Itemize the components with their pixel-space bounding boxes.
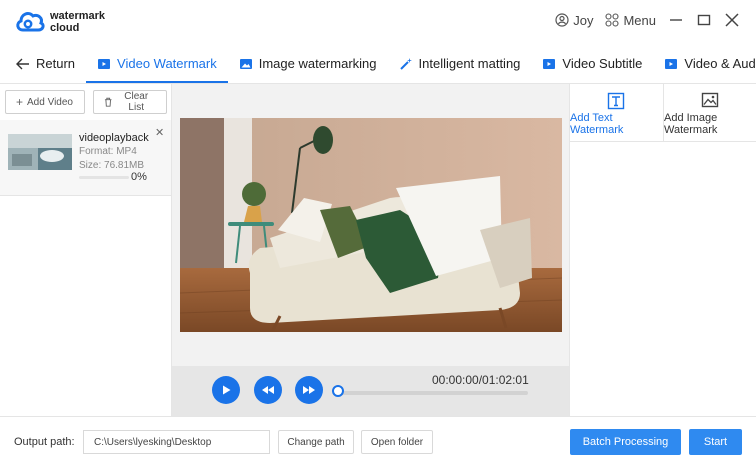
video-size: Size: 76.81MB (79, 160, 145, 171)
change-path-button[interactable]: Change path (278, 430, 354, 454)
app-logo-line1: watermark (50, 10, 106, 22)
trash-icon (104, 97, 112, 107)
batch-processing-button[interactable]: Batch Processing (570, 429, 681, 455)
tab-label: Video Subtitle (562, 56, 643, 71)
add-text-watermark-label: Add Text Watermark (570, 112, 624, 136)
fast-forward-button[interactable] (295, 376, 323, 404)
maximize-icon[interactable] (696, 12, 712, 28)
add-video-label: Add Video (27, 96, 73, 108)
player-controls: 00:00:00/01:02:01 (172, 366, 569, 416)
user-icon (555, 13, 569, 27)
rewind-icon (262, 386, 274, 394)
text-box-icon (607, 92, 625, 110)
tab-label: Video Watermark (117, 56, 217, 71)
output-bar: Output path: C:\Users\lyesking\Desktop C… (0, 416, 756, 466)
tab-label: Video & Audio Sepa (684, 56, 756, 71)
main-tabs: Return Video Watermark Image watermarkin… (0, 44, 756, 84)
add-image-watermark-tab[interactable]: Add Image Watermark (663, 84, 756, 142)
progress-text: 0% (131, 171, 147, 183)
minimize-icon[interactable] (668, 12, 684, 28)
title-bar: watermark cloud Joy Menu (0, 0, 756, 44)
video-thumbnail (8, 134, 72, 170)
thumbnail-image (8, 134, 72, 170)
window-controls: Joy Menu (555, 12, 740, 28)
seek-handle[interactable] (332, 385, 344, 397)
file-list-panel: + Add Video Clear List videoplayback For… (0, 84, 172, 416)
play-button[interactable] (212, 376, 240, 404)
menu-button[interactable]: Menu (605, 13, 656, 28)
menu-label: Menu (623, 12, 656, 28)
clear-list-label: Clear List (124, 91, 149, 113)
add-text-watermark-tab[interactable]: Add Text Watermark (570, 84, 663, 142)
image-icon (239, 58, 252, 69)
output-path-field[interactable]: C:\Users\lyesking\Desktop (83, 430, 270, 454)
picture-icon (701, 92, 719, 108)
arrow-left-icon (16, 58, 29, 69)
user-name: Joy (573, 12, 594, 28)
tab-image-watermarking[interactable]: Image watermarking (228, 44, 388, 83)
remove-item-icon[interactable]: ✕ (155, 126, 164, 139)
rewind-button[interactable] (254, 376, 282, 404)
list-item[interactable]: videoplayback Format: MP4 Size: 76.81MB … (0, 120, 171, 196)
open-folder-button[interactable]: Open folder (361, 430, 433, 454)
app-logo-line2: cloud (50, 22, 80, 34)
video-format: Format: MP4 (79, 146, 137, 157)
magic-wand-icon (399, 57, 412, 70)
watermark-type-tabs: Add Text Watermark Add Image Watermark (570, 84, 756, 142)
user-account[interactable]: Joy (555, 13, 593, 28)
file-list-toolbar: + Add Video Clear List (5, 90, 167, 114)
seek-bar[interactable] (334, 391, 528, 395)
tab-video-subtitle[interactable]: Video Subtitle (531, 44, 653, 83)
play-icon (223, 385, 231, 395)
output-path-label: Output path: (14, 436, 75, 448)
app-logo-text: watermark cloud (50, 10, 105, 34)
start-button[interactable]: Start (689, 429, 742, 455)
watermark-panel: Add Text Watermark Add Image Watermark (569, 84, 756, 416)
progress-bar (79, 176, 129, 179)
tab-label: Intelligent matting (418, 56, 521, 71)
cloud-logo-icon (16, 12, 45, 32)
clear-list-button[interactable]: Clear List (93, 90, 167, 114)
tab-label: Return (36, 56, 76, 71)
tab-intelligent-matting[interactable]: Intelligent matting (388, 44, 532, 83)
video-icon (543, 58, 556, 69)
plus-icon: + (16, 95, 24, 109)
video-preview[interactable] (180, 118, 562, 332)
grid-icon (605, 13, 620, 27)
video-icon (98, 58, 111, 69)
tab-video-watermark[interactable]: Video Watermark (86, 44, 228, 83)
preview-panel: 00:00:00/01:02:01 (172, 84, 569, 416)
tab-label: Image watermarking (258, 56, 377, 71)
add-image-watermark-label: Add Image Watermark (664, 112, 718, 136)
video-icon (665, 58, 678, 69)
tab-return[interactable]: Return (0, 44, 86, 83)
close-icon[interactable] (724, 12, 740, 28)
video-name: videoplayback (79, 132, 149, 144)
tab-video-audio-separation[interactable]: Video & Audio Sepa (653, 44, 756, 83)
video-frame-image (180, 118, 562, 332)
timecode: 00:00:00/01:02:01 (432, 373, 529, 387)
fast-forward-icon (303, 386, 315, 394)
add-video-button[interactable]: + Add Video (5, 90, 85, 114)
